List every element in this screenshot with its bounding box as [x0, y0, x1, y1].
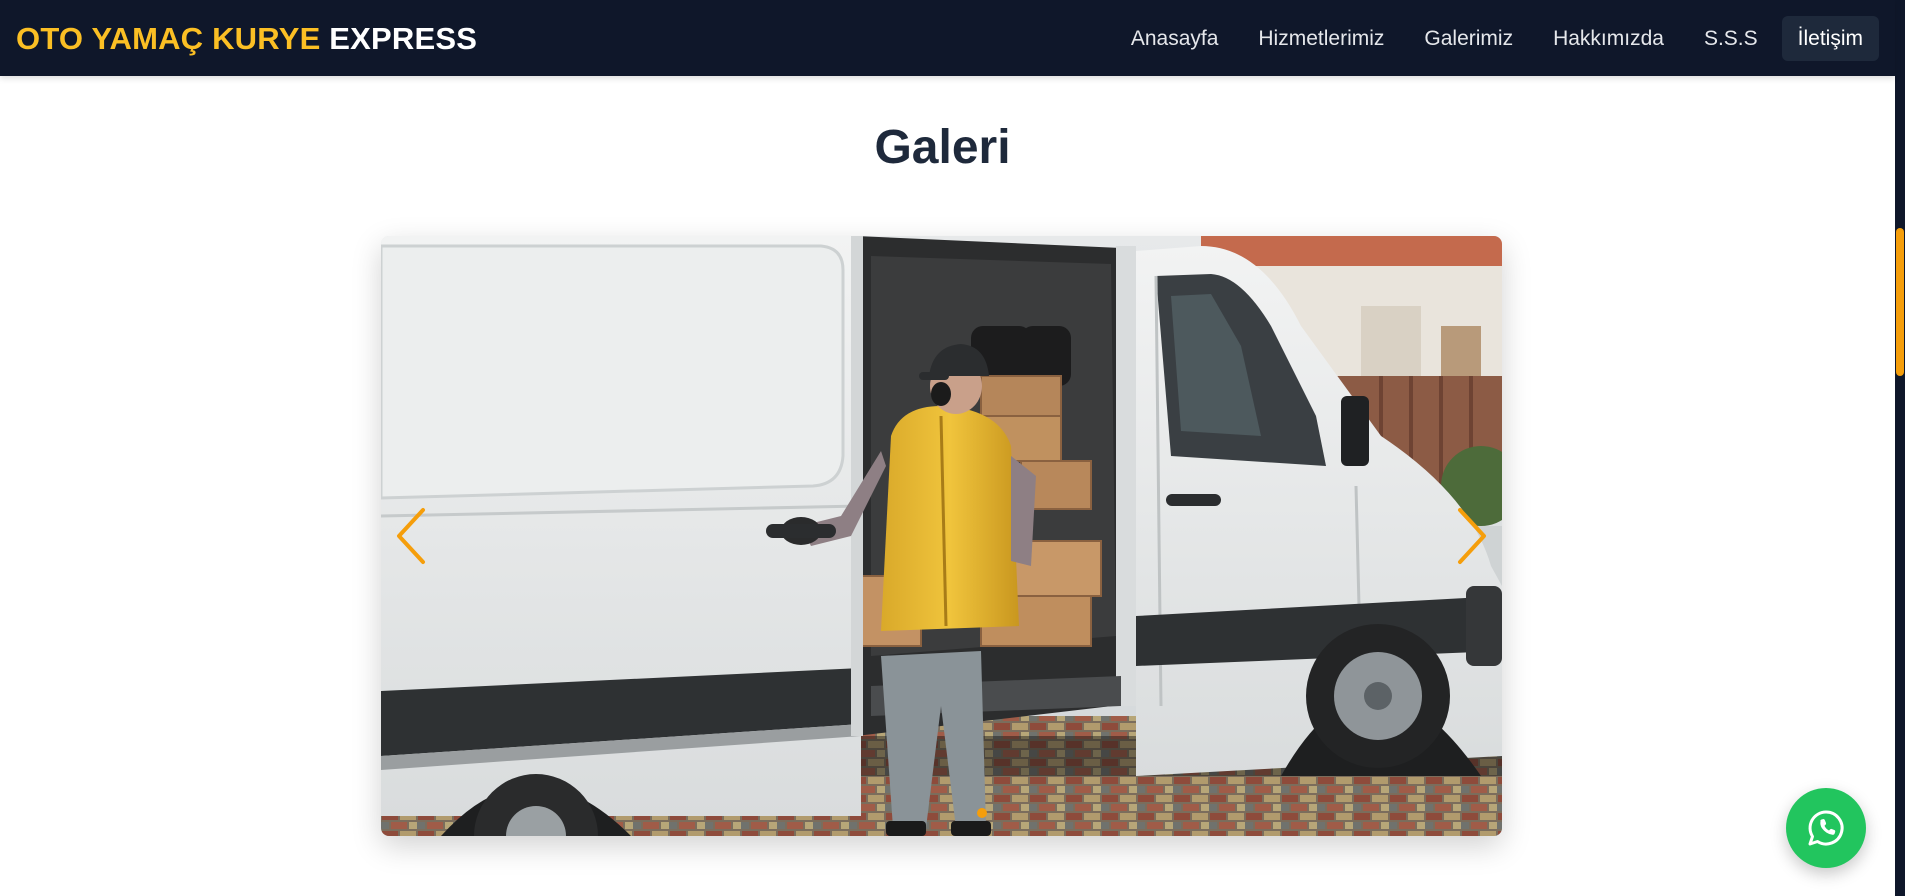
carousel-dot-active[interactable]: [976, 808, 987, 818]
brand-accent-text: OTO YAMAÇ KURYE: [16, 20, 321, 56]
navbar: OTO YAMAÇ KURYE EXPRESS Anasayfa Hizmetl…: [0, 0, 1895, 76]
page: OTO YAMAÇ KURYE EXPRESS Anasayfa Hizmetl…: [0, 0, 1905, 896]
nav-item-hakkimizda[interactable]: Hakkımızda: [1537, 16, 1680, 61]
carousel-next-button[interactable]: [1450, 504, 1494, 568]
nav-item-anasayfa[interactable]: Anasayfa: [1115, 16, 1235, 61]
chevron-right-icon: [1458, 508, 1486, 564]
nav-item-hizmetlerimiz[interactable]: Hizmetlerimiz: [1242, 16, 1400, 61]
whatsapp-icon: [1808, 810, 1844, 846]
gallery-title: Galeri: [874, 121, 1011, 174]
van-photo-image: [381, 236, 1502, 836]
brand-logo[interactable]: OTO YAMAÇ KURYE EXPRESS: [16, 23, 477, 54]
nav-item-galerimiz[interactable]: Galerimiz: [1408, 16, 1529, 61]
carousel-pagination: [381, 808, 1502, 818]
scrollbar-track[interactable]: [1895, 0, 1905, 896]
nav-menu: Anasayfa Hizmetlerimiz Galerimiz Hakkımı…: [1115, 15, 1879, 61]
chevron-left-icon: [397, 508, 425, 564]
whatsapp-button[interactable]: [1786, 788, 1866, 868]
brand-main-text: EXPRESS: [329, 20, 478, 56]
gallery-carousel: [381, 236, 1502, 836]
nav-item-sss[interactable]: S.S.S: [1688, 16, 1774, 61]
nav-item-iletisim[interactable]: İletişim: [1781, 15, 1879, 61]
scrollbar-thumb[interactable]: [1896, 228, 1904, 376]
carousel-prev-button[interactable]: [389, 504, 433, 568]
